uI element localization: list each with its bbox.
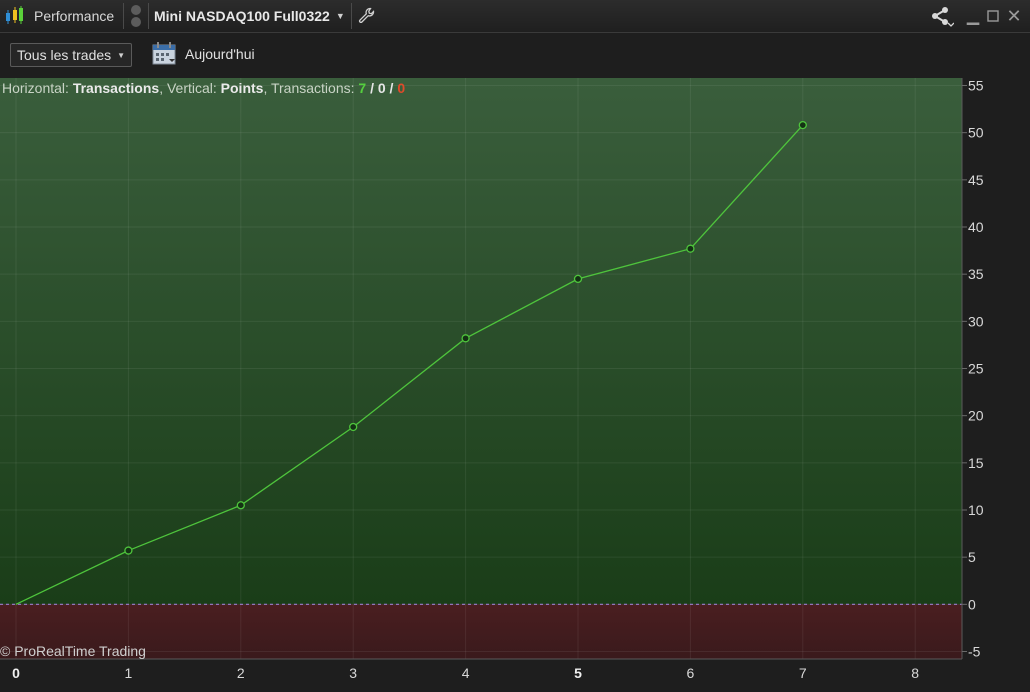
wrench-icon[interactable] <box>358 0 376 32</box>
candlestick-icon <box>3 0 25 32</box>
x-tick-label: 0 <box>12 665 20 681</box>
x-tick-label: 3 <box>349 665 357 681</box>
x-tick-label: 5 <box>574 665 582 681</box>
data-point <box>798 120 807 130</box>
minimize-icon[interactable]: ▁ <box>965 0 981 32</box>
data-point <box>124 546 133 555</box>
horizontal-label: Horizontal: <box>2 80 69 96</box>
title-bar: Performance Mini NASDAQ100 Full0322 ▼ ▁ … <box>0 0 1030 33</box>
data-point <box>573 274 583 284</box>
y-tick-label: 35 <box>968 266 984 282</box>
trades-filter-label: Tous les trades <box>17 47 112 63</box>
separator <box>148 3 149 29</box>
share-icon[interactable] <box>930 0 954 32</box>
copyright-notice: © ProRealTime Trading <box>0 643 146 659</box>
y-tick-label: 30 <box>968 313 984 329</box>
neutral-count: 0 <box>377 80 386 96</box>
data-point <box>349 422 358 432</box>
y-tick-label: 20 <box>968 408 984 424</box>
toolbar: Tous les trades ▼ Aujourd'hui <box>0 33 1030 77</box>
y-tick-label: 25 <box>968 361 984 377</box>
separator <box>351 3 352 29</box>
x-axis-ticks: 0 1 2 3 4 5 6 7 8 <box>12 665 919 681</box>
performance-title: Performance <box>34 8 115 24</box>
data-point <box>461 334 470 343</box>
y-axis-ticks: 5550454035302520151050-5 <box>962 78 984 660</box>
chart-canvas: 5550454035302520151050-5 012345678 <box>0 78 984 681</box>
y-tick-label: 45 <box>968 172 984 188</box>
data-point <box>686 244 695 253</box>
link-icon[interactable] <box>128 0 144 32</box>
calendar-icon[interactable] <box>152 41 178 67</box>
horizontal-value: Transactions <box>72 80 160 96</box>
data-point <box>236 501 245 510</box>
y-tick-label: 50 <box>968 125 984 141</box>
y-tick-label: 15 <box>968 455 984 471</box>
lost-count: 0 <box>397 80 406 96</box>
y-tick-label: 5 <box>968 549 976 565</box>
separator <box>123 3 124 29</box>
maximize-icon[interactable] <box>985 0 1001 32</box>
y-tick-label: -5 <box>968 644 981 660</box>
x-tick-label: 7 <box>799 665 807 681</box>
y-tick-label: 0 <box>968 596 976 612</box>
x-tick-label: 6 <box>687 665 695 681</box>
x-tick-label: 2 <box>237 665 245 681</box>
positive-zone <box>0 78 962 605</box>
instrument-label: Mini NASDAQ100 Full0322 <box>154 8 330 24</box>
close-icon[interactable]: ✕ <box>1005 0 1023 32</box>
y-tick-label: 10 <box>968 502 984 518</box>
transactions-label: Transactions: <box>270 80 355 96</box>
x-tick-label: 8 <box>911 665 919 681</box>
vertical-value: Points <box>220 80 264 96</box>
vertical-label: Vertical: <box>166 80 217 96</box>
chevron-down-icon: ▼ <box>335 11 345 21</box>
instrument-selector[interactable]: Mini NASDAQ100 Full0322 ▼ <box>154 0 345 32</box>
chart-info-header: Horizontal: Transactions, Vertical: Poin… <box>2 80 406 96</box>
performance-chart[interactable]: 55 50 45 40 35 30 25 20 15 10 5 0 -5 012345678 Horiz… <box>0 78 1030 692</box>
x-tick-label: 4 <box>462 665 470 681</box>
trades-filter-select[interactable]: Tous les trades ▼ <box>10 43 133 67</box>
y-tick-label: 55 <box>968 78 984 94</box>
x-tick-label: 1 <box>125 665 133 681</box>
y-tick-label: 40 <box>968 219 984 235</box>
today-button[interactable]: Aujourd'hui <box>185 46 255 62</box>
chevron-down-icon: ▼ <box>117 50 126 60</box>
